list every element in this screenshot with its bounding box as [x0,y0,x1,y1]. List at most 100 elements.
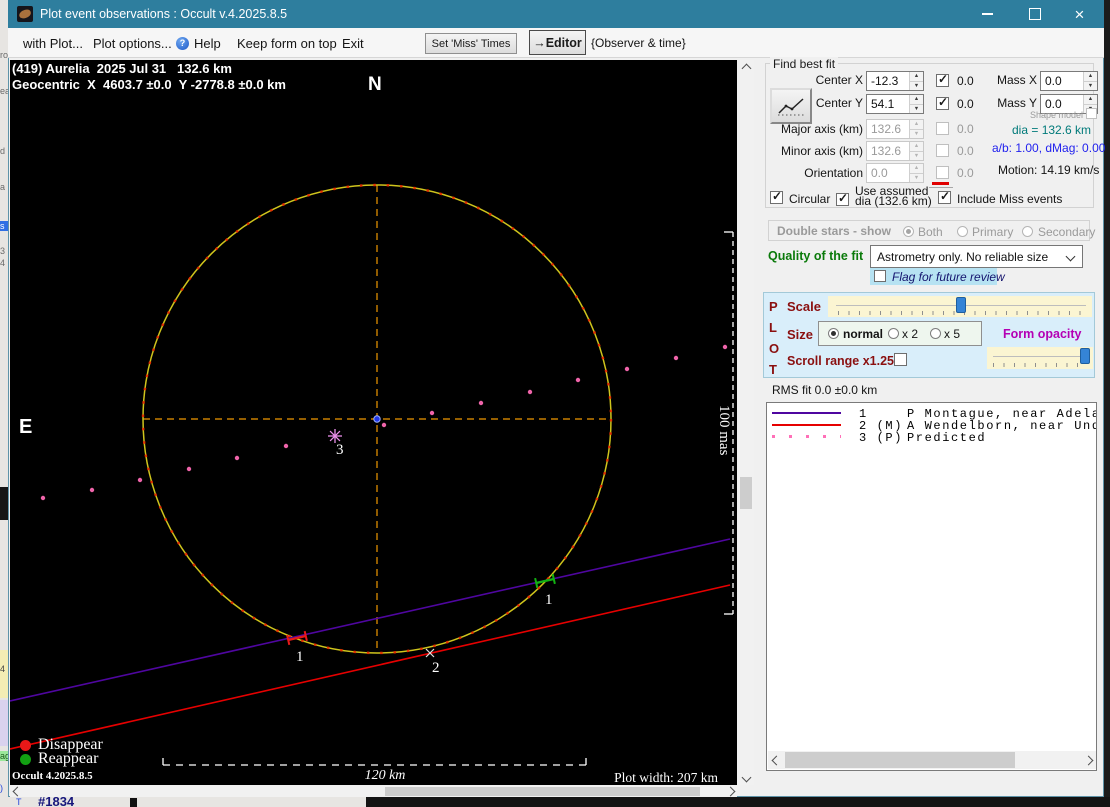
menu-help[interactable]: Help [194,36,221,51]
flag-label: Flag for future review [892,270,1005,284]
flag-checkbox[interactable] [874,270,886,282]
spin-up-icon[interactable] [910,72,923,81]
center-x-spinner[interactable]: -12.3 [866,71,924,91]
use-assumed-checkbox[interactable] [836,191,849,206]
center-y-spin-buttons[interactable] [909,95,923,113]
spin-up-icon[interactable] [910,164,923,173]
editor-button[interactable]: →Editor [529,30,586,55]
edge-fragment [0,487,8,520]
plot-vscrollbar[interactable] [738,60,754,785]
spin-down-icon[interactable] [910,128,923,138]
minimize-button[interactable] [965,0,1010,28]
spin-up-icon[interactable] [1084,95,1097,104]
scroll-right-button[interactable] [723,786,737,797]
close-button[interactable]: × [1057,0,1102,28]
center-x-spin-buttons[interactable] [909,72,923,90]
spin-down-icon[interactable] [910,80,923,90]
menu-plot-options[interactable]: Plot options... [93,36,172,51]
center-x-fix-checkbox[interactable] [936,72,949,87]
center-y-label: Center Y [815,96,863,110]
maximize-button[interactable] [1012,0,1057,28]
quality-combobox[interactable]: Astrometry only. No reliable size [870,245,1083,268]
major-axis-spin-buttons[interactable] [909,120,923,138]
plot-hscrollbar[interactable] [10,786,737,797]
minor-axis-spin-buttons[interactable] [909,142,923,160]
menu-exit[interactable]: Exit [342,36,364,51]
reappear-dot-icon [20,754,31,765]
spin-down-icon[interactable] [910,150,923,160]
plot-version-label: Occult 4.2025.8.5 [12,770,93,782]
menu-keep-form-on-top[interactable]: Keep form on top [237,36,337,51]
size-normal-radio[interactable] [828,328,839,339]
opacity-slider-thumb[interactable] [1080,348,1090,364]
vscroll-thumb[interactable] [740,477,752,509]
plot-letter-o: O [769,341,780,356]
shape-model-checkbox[interactable] [1086,108,1097,119]
major-axis-spinner[interactable]: 132.6 [866,119,924,139]
scroll-range-checkbox[interactable] [894,353,907,366]
center-y-fix-label: 0.0 [957,97,974,111]
vertical-scale-label: 100 mas [716,405,732,456]
scale-slider-thumb[interactable] [956,297,966,313]
mass-x-spin-buttons[interactable] [1083,72,1097,90]
size-x5-radio[interactable] [930,328,941,339]
scroll-up-button[interactable] [738,60,754,76]
minor-axis-spinner[interactable]: 132.6 [866,141,924,161]
circular-checkbox[interactable] [770,189,783,204]
orientation-spinner[interactable]: 0.0 [866,163,924,183]
minor-fix-checkbox[interactable] [936,144,949,157]
observer-listbox[interactable]: 1 P Montague, near Adelai 2 (M) A Wendel… [766,402,1097,771]
title-bar: Plot event observations : Occult v.4.202… [8,0,1104,28]
plot-canvas[interactable]: 1123 (419) Aurelia 2025 Jul 31 132.6 km … [10,60,737,785]
scale-slider[interactable] [828,296,1092,317]
center-y-fix-checkbox[interactable] [936,95,949,110]
scroll-down-button[interactable] [738,769,754,785]
list-scroll-right-button[interactable] [1080,751,1096,769]
spin-up-icon[interactable] [910,120,923,129]
menu-with-plot[interactable]: with Plot... [23,36,83,51]
opacity-slider-track[interactable] [993,356,1087,357]
plot-letter-p: P [769,299,778,314]
spin-down-icon[interactable] [910,103,923,113]
size-x2-radio[interactable] [888,328,899,339]
orientation-spin-buttons[interactable] [909,164,923,182]
radio-primary[interactable] [957,226,968,237]
motion-label: Motion: 14.19 km/s [998,163,1100,177]
window-title: Plot event observations : Occult v.4.202… [40,7,288,21]
list-hscroll-thumb[interactable] [785,752,1015,768]
bottom-strip: T #1834 [0,797,366,807]
spin-down-icon[interactable] [1084,80,1097,90]
radio-primary-label: Primary [972,225,1014,239]
radio-both[interactable] [903,226,914,237]
maximize-icon [1028,8,1041,20]
opacity-slider[interactable] [987,347,1093,369]
legend-reappear: Reappear [38,750,99,767]
list-hscrollbar[interactable] [768,751,1096,769]
dia-value-label: dia = 132.6 km [1012,123,1092,137]
list-row[interactable]: 3 (P) Predicted [767,431,1096,445]
include-miss-checkbox[interactable] [938,189,951,204]
set-miss-times-button[interactable]: Set 'Miss' Times [425,33,517,54]
scale-label: Scale [787,299,821,314]
scroll-range-label: Scroll range x1.25 [787,354,895,368]
spin-up-icon[interactable] [1084,72,1097,81]
edge-fragment: 4 [0,258,6,268]
mass-x-spinner[interactable]: 0.0 [1040,71,1098,91]
chevron-up-icon [741,63,751,73]
center-x-value: -12.3 [871,74,899,88]
center-y-spinner[interactable]: 54.1 [866,94,924,114]
list-row[interactable]: 1 P Montague, near Adelai [767,407,1096,421]
list-row[interactable]: 2 (M) A Wendelborn, near Unde [767,419,1096,433]
scroll-left-button[interactable] [10,786,24,797]
major-fix-checkbox[interactable] [936,122,949,135]
observer-time-label: {Observer & time} [591,36,686,50]
spin-up-icon[interactable] [910,142,923,151]
hscroll-thumb[interactable] [385,787,700,796]
radio-secondary[interactable] [1022,226,1033,237]
chevron-left-icon [12,786,22,797]
spin-down-icon[interactable] [910,172,923,182]
orientation-fix-checkbox[interactable] [936,166,949,179]
list-scroll-left-button[interactable] [768,751,784,769]
east-label: E [19,416,33,438]
spin-up-icon[interactable] [910,95,923,104]
